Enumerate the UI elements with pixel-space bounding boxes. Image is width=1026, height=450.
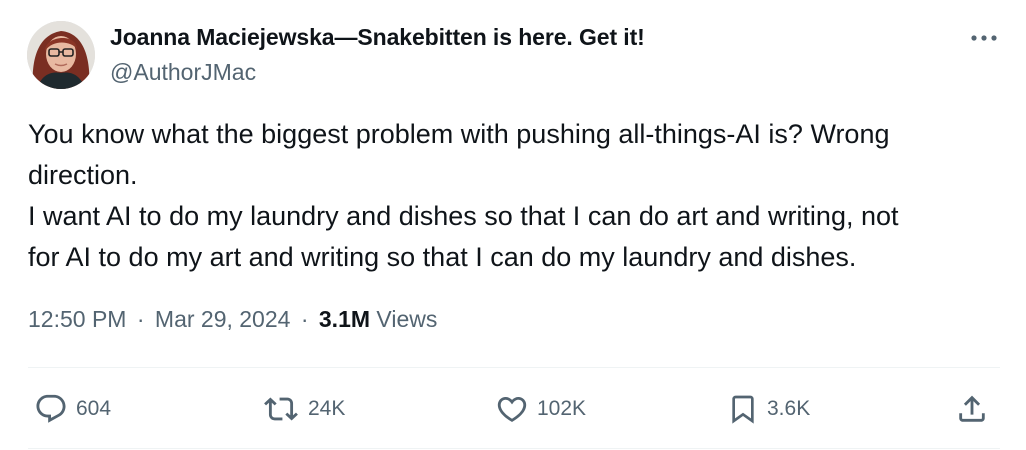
reply-count: 604 — [76, 397, 112, 420]
reply-button[interactable]: 604 — [34, 390, 111, 428]
repost-button[interactable]: 24K — [262, 390, 345, 428]
like-button[interactable]: 102K — [495, 390, 586, 428]
more-options-button[interactable] — [964, 24, 1004, 52]
avatar[interactable] — [27, 21, 95, 89]
bookmark-button[interactable]: 3.6K — [727, 390, 810, 428]
author-handle[interactable]: @AuthorJMac — [110, 59, 256, 86]
tweet-card: Joanna Maciejewska—Snakebitten is here. … — [0, 0, 1026, 450]
tweet-text-line: I want AI to do my laundry and dishes so… — [28, 201, 899, 231]
meta-separator: · — [136, 306, 145, 332]
tweet-text: You know what the biggest problem with p… — [28, 114, 1008, 278]
bookmark-icon — [732, 395, 754, 424]
tweet-text-line: direction. — [28, 160, 138, 190]
tweet-text-line: You know what the biggest problem with p… — [28, 119, 890, 149]
share-button[interactable] — [955, 390, 989, 428]
meta-separator: · — [300, 306, 309, 332]
more-horizontal-icon — [971, 35, 997, 41]
views-count: 3.1M — [318, 306, 371, 332]
author-name[interactable]: Joanna Maciejewska—Snakebitten is here. … — [110, 24, 645, 51]
tweet-meta: 12:50 PM · Mar 29, 2024 · 3.1M Views — [28, 306, 437, 333]
heart-icon — [497, 396, 527, 422]
repost-arrows-icon — [264, 397, 298, 421]
share-upload-icon — [959, 395, 985, 422]
repost-count: 24K — [308, 397, 346, 420]
divider — [28, 448, 1000, 449]
tweet-text-line: for AI to do my art and writing so that … — [28, 242, 857, 272]
views-label: Views — [376, 306, 438, 332]
tweet-date[interactable]: Mar 29, 2024 — [155, 306, 291, 332]
avatar-image — [27, 21, 95, 89]
tweet-time[interactable]: 12:50 PM — [28, 306, 126, 332]
divider — [28, 367, 1000, 368]
speech-bubble-icon — [36, 394, 66, 423]
like-count: 102K — [537, 397, 587, 420]
bookmark-count: 3.6K — [767, 397, 811, 420]
